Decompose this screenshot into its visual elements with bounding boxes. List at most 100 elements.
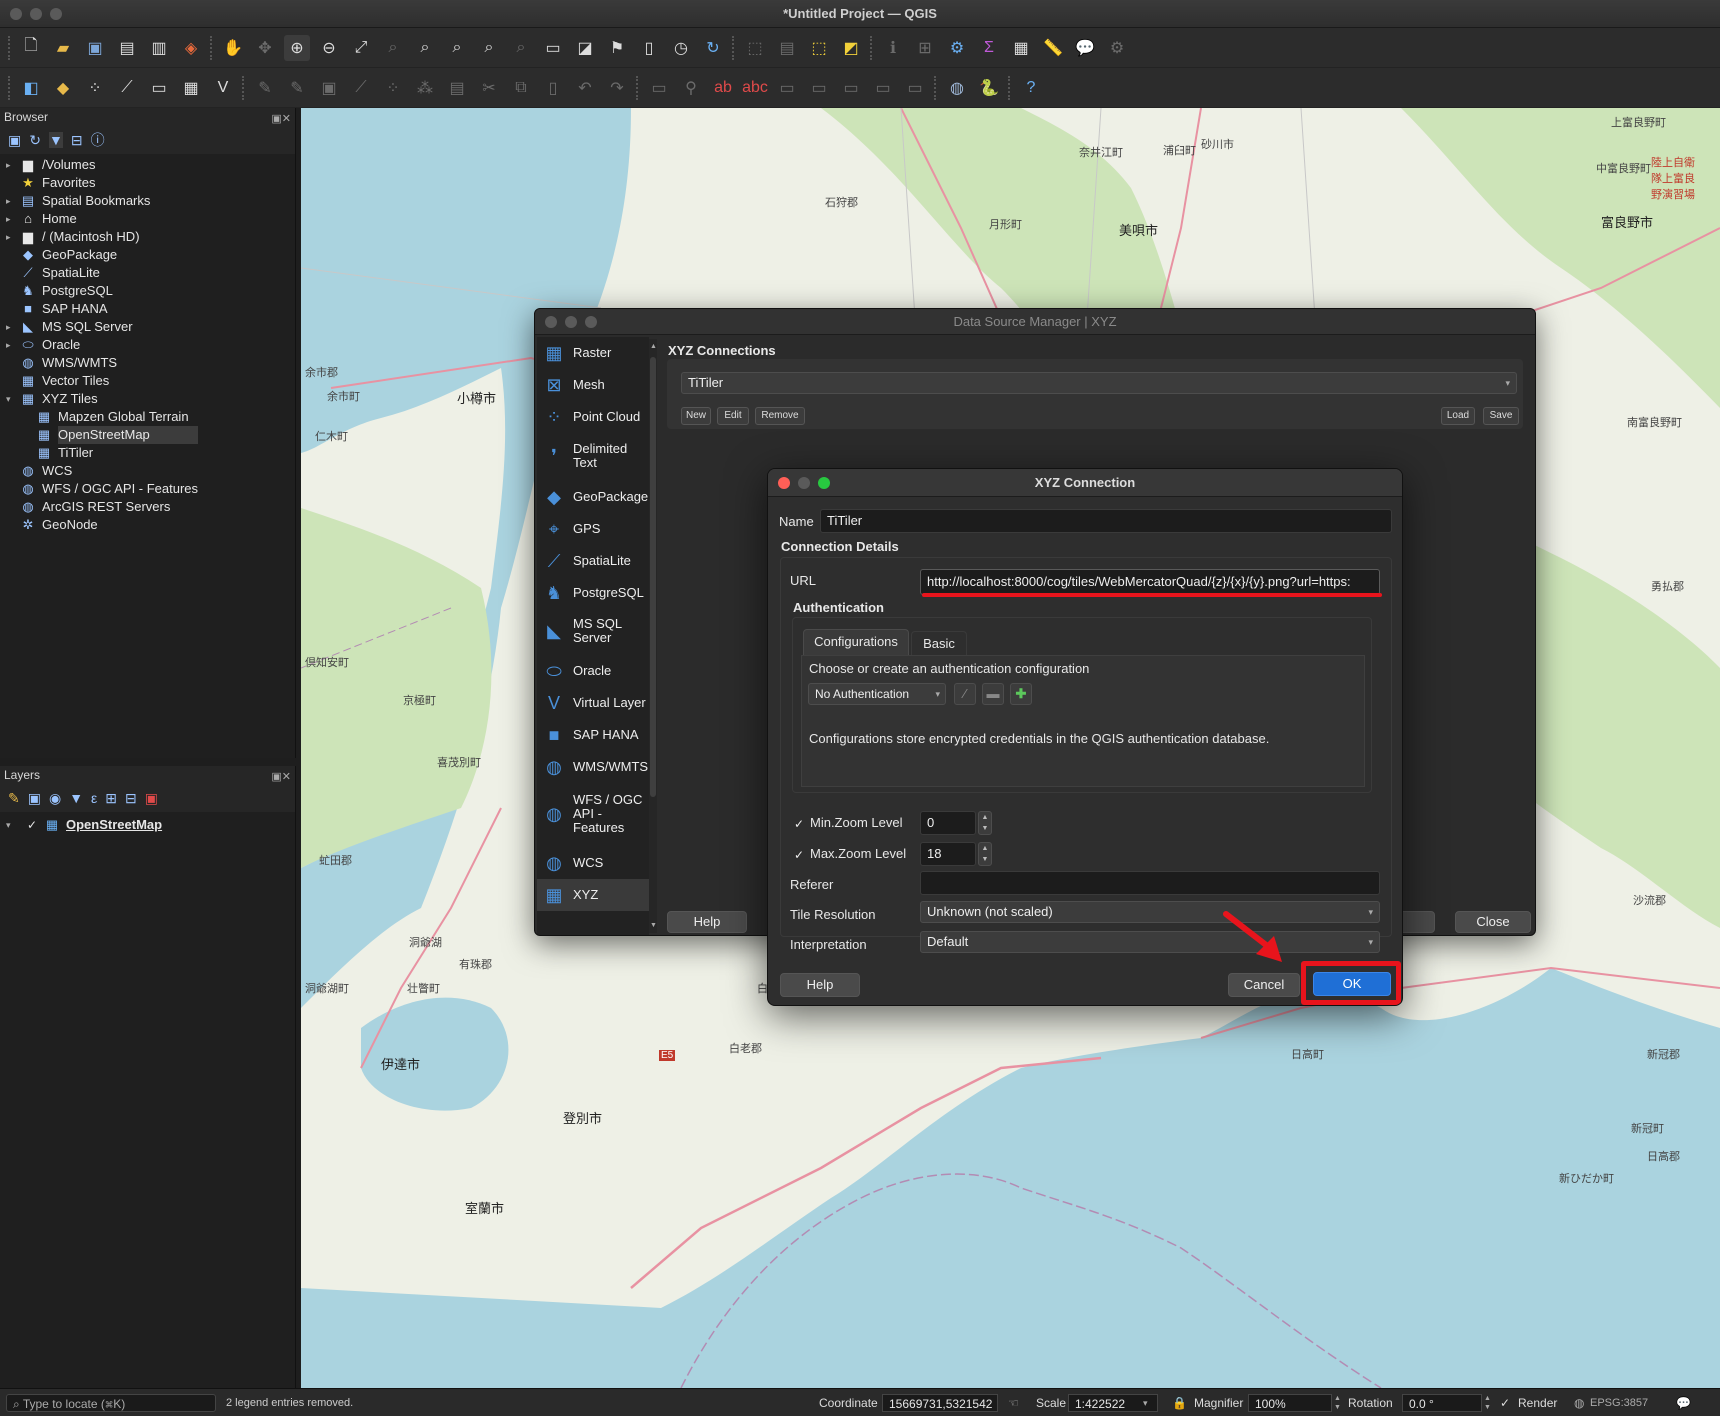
delete-selected-icon[interactable]: ▤ <box>444 75 470 101</box>
browser-item[interactable]: ▸ ▆ /Volumes <box>0 156 295 174</box>
rotate-label-icon[interactable]: ▭ <box>838 75 864 101</box>
source-item[interactable]: ■ SAP HANA <box>537 719 649 751</box>
expand-arrow-icon[interactable]: ▸ <box>6 192 16 210</box>
select-features-icon[interactable]: ⬚ <box>806 35 832 61</box>
layer-visibility-checkbox[interactable]: ✓ <box>24 816 40 834</box>
layout-manager-icon[interactable]: ▥ <box>146 35 172 61</box>
vertex-tool-icon[interactable]: ⁘ <box>380 75 406 101</box>
xyz-zoom-button[interactable] <box>818 477 830 489</box>
source-item[interactable]: ⊠ Mesh <box>537 369 649 401</box>
refresh-icon[interactable]: ↻ <box>29 132 41 149</box>
max-zoom-spinner[interactable]: ▲ ▼ <box>978 842 992 866</box>
layer-row-openstreetmap[interactable]: ▾ ✓ ▦ OpenStreetMap <box>0 816 295 834</box>
properties-icon[interactable]: ⓘ <box>91 130 105 150</box>
new-map-view-icon[interactable]: ▭ <box>540 35 566 61</box>
lock-scale-icon[interactable]: 🔒 <box>1172 1394 1187 1412</box>
expand-arrow-icon[interactable]: ▸ <box>6 210 16 228</box>
panel-float-close-icon[interactable]: ▣✕ <box>271 110 291 128</box>
zoom-layer-icon[interactable]: ⌕ <box>412 35 438 61</box>
new-geopackage-layer-icon[interactable]: ◆ <box>50 75 76 101</box>
interpretation-select[interactable]: Default ▾ <box>920 931 1380 953</box>
dsm-list-scrollbar[interactable]: ▲ ▼ <box>649 339 657 933</box>
filter-icon[interactable]: ▼ <box>48 132 63 148</box>
expand-arrow-icon[interactable]: ▾ <box>6 816 16 834</box>
dsm-close-button[interactable] <box>545 316 557 328</box>
label-toolbar-icon[interactable]: ▭ <box>646 75 672 101</box>
pan-to-selection-icon[interactable]: ✥ <box>252 35 278 61</box>
browser-item[interactable]: ◍ WFS / OGC API - Features <box>0 480 295 498</box>
paste-features-icon[interactable]: ▯ <box>540 75 566 101</box>
rotation-field[interactable]: 0.0 ° <box>1402 1394 1482 1412</box>
copy-features-icon[interactable]: ⧉ <box>508 75 534 101</box>
source-item[interactable]: ⟋ SpatiaLite <box>537 545 649 577</box>
data-source-manager-icon[interactable]: ◧ <box>18 75 44 101</box>
browser-item[interactable]: ▦ OpenStreetMap <box>0 426 295 444</box>
dsm-close-button-bottom[interactable]: Close <box>1455 911 1531 933</box>
source-item[interactable]: ♞ PostgreSQL <box>537 577 649 609</box>
crs-label[interactable]: EPSG:3857 <box>1590 1394 1648 1412</box>
zoom-next-icon[interactable]: ⌕ <box>508 35 534 61</box>
dsm-help-button[interactable]: Help <box>667 911 747 933</box>
browser-item[interactable]: ▸ ⬭ Oracle <box>0 336 295 354</box>
filter-legend-icon[interactable]: ▼ <box>69 790 83 806</box>
magnifier-spinner[interactable]: ▲ ▼ <box>1334 1394 1341 1412</box>
settings-icon[interactable]: ⚙ <box>1104 35 1130 61</box>
new-3d-map-icon[interactable]: ◪ <box>572 35 598 61</box>
zoom-out-icon[interactable]: ⊖ <box>316 35 342 61</box>
toggle-editing-icon[interactable]: ✎ <box>284 75 310 101</box>
close-window-button[interactable] <box>10 8 22 20</box>
pan-icon[interactable]: ✋ <box>220 35 246 61</box>
panel-float-close-icon[interactable]: ▣✕ <box>271 768 291 786</box>
source-item[interactable]: ▦ Raster <box>537 337 649 369</box>
attribute-table-icon[interactable]: ▦ <box>1008 35 1034 61</box>
browser-item[interactable]: ▸ ▤ Spatial Bookmarks <box>0 192 295 210</box>
tab-configurations[interactable]: Configurations <box>803 629 909 655</box>
magnifier-field[interactable]: 100% <box>1248 1394 1332 1412</box>
xyz-minimize-button[interactable] <box>798 477 810 489</box>
digitize-line-icon[interactable]: ⟋ <box>348 75 374 101</box>
expand-arrow-icon[interactable]: ▸ <box>6 318 16 336</box>
toolbar-grip[interactable] <box>242 75 246 100</box>
toolbar-grip[interactable] <box>8 35 12 60</box>
identify-features-icon[interactable]: ⬚ <box>742 35 768 61</box>
browser-item[interactable]: ■ SAP HANA <box>0 300 295 318</box>
edit-auth-icon[interactable]: ⁄ <box>954 683 976 705</box>
auth-config-select[interactable]: No Authentication ▾ <box>808 683 946 705</box>
new-spatialite-layer-icon[interactable]: ⟋ <box>114 75 140 101</box>
locator-input[interactable]: ⌕ Type to locate (⌘K) <box>6 1394 216 1412</box>
source-item[interactable]: ❜ Delimited Text <box>537 433 649 479</box>
toolbar-grip[interactable] <box>636 75 640 100</box>
change-label-icon[interactable]: ▭ <box>870 75 896 101</box>
xyz-help-button[interactable]: Help <box>780 973 860 997</box>
python-console-icon[interactable]: 🐍 <box>976 75 1002 101</box>
source-item[interactable]: ⬭ Oracle <box>537 655 649 687</box>
save-project-icon[interactable]: ▣ <box>82 35 108 61</box>
zoom-selection-icon[interactable]: ⌕ <box>380 35 406 61</box>
new-bookmark-icon[interactable]: ⚑ <box>604 35 630 61</box>
layer-diagram-icon[interactable]: abc <box>742 75 768 101</box>
new-connection-button[interactable]: New <box>681 407 711 425</box>
modify-attributes-icon[interactable]: ⁂ <box>412 75 438 101</box>
toolbar-grip[interactable] <box>8 75 12 100</box>
max-zoom-input[interactable]: 18 <box>920 842 976 866</box>
temporal-controller-icon[interactable]: ◷ <box>668 35 694 61</box>
browser-item[interactable]: ✲ GeoNode <box>0 516 295 534</box>
add-selected-layers-icon[interactable]: ▣ <box>8 132 21 149</box>
browser-item[interactable]: ▦ Mapzen Global Terrain <box>0 408 295 426</box>
source-item[interactable]: ◍ WCS <box>537 847 649 879</box>
toolbar-grip[interactable] <box>210 35 214 60</box>
add-group-icon[interactable]: ▣ <box>28 790 41 807</box>
browser-item[interactable]: ◆ GeoPackage <box>0 246 295 264</box>
expand-all-icon[interactable]: ⊞ <box>105 790 117 807</box>
browser-item[interactable]: ▦ Vector Tiles <box>0 372 295 390</box>
source-item[interactable]: V Virtual Layer <box>537 687 649 719</box>
expand-arrow-icon[interactable]: ▸ <box>6 228 16 246</box>
remove-connection-button[interactable]: Remove <box>755 407 805 425</box>
zoom-native-icon[interactable]: ⌕ <box>444 35 470 61</box>
dsm-zoom-button[interactable] <box>585 316 597 328</box>
layer-labeling-icon[interactable]: ab <box>710 75 736 101</box>
dsm-minimize-button[interactable] <box>565 316 577 328</box>
source-item[interactable]: ⁘ Point Cloud <box>537 401 649 433</box>
tile-resolution-select[interactable]: Unknown (not scaled) ▾ <box>920 901 1380 923</box>
xyz-ok-button[interactable]: OK <box>1313 972 1391 996</box>
